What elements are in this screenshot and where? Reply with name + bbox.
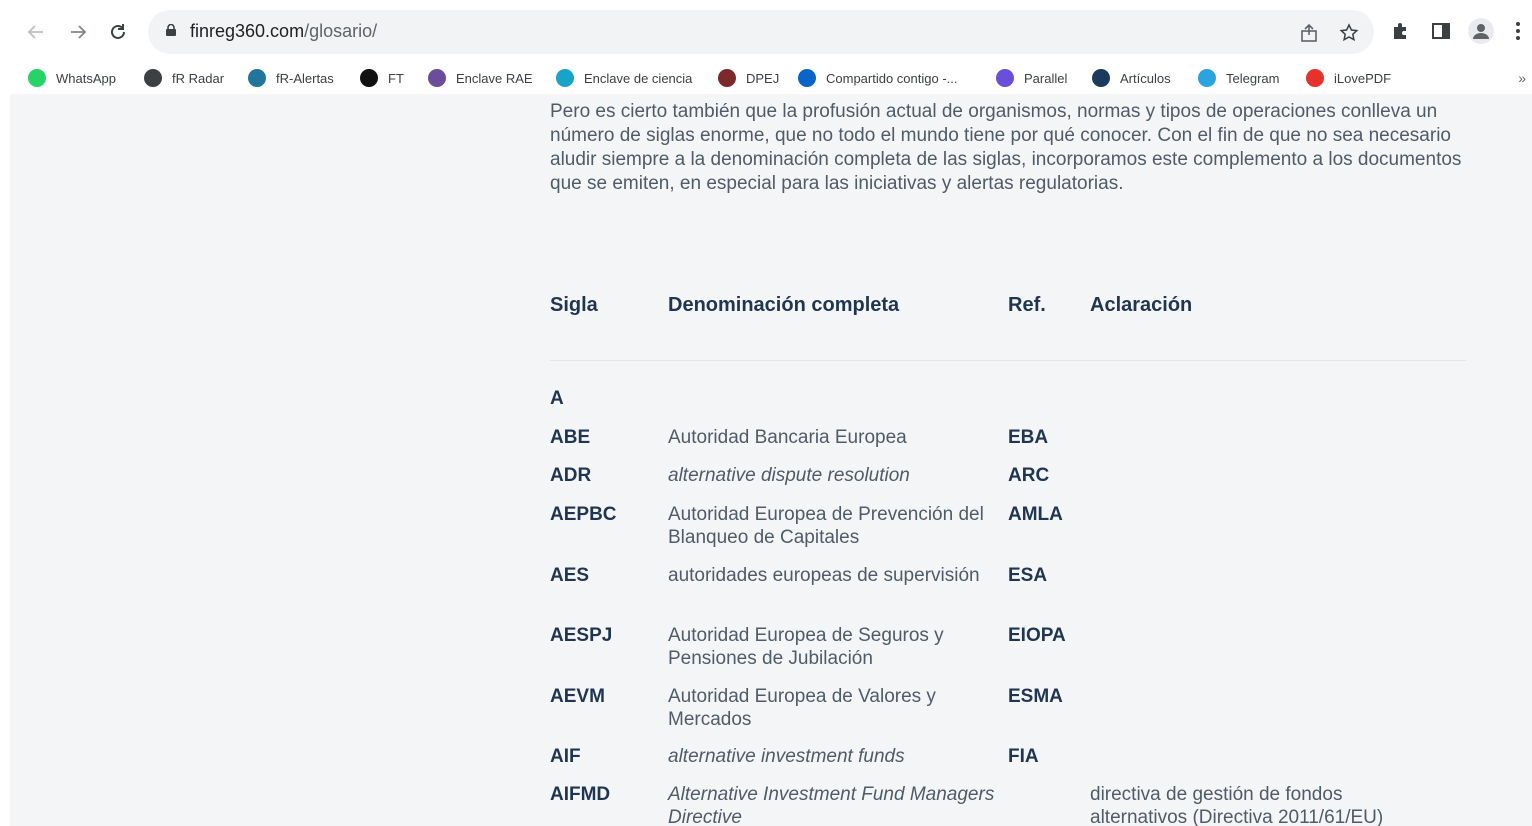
header-sigla: Sigla: [550, 294, 598, 316]
bookmark-label: iLovePDF: [1334, 70, 1392, 86]
bookmarks-bar: WhatsApp fR Radar fR-Alertas FT Enclave RAE E…: [0, 62, 1532, 94]
ref-cell: FIA: [1008, 746, 1039, 767]
reload-icon: [111, 24, 125, 39]
bookmark-label: Telegram: [1226, 70, 1280, 86]
table-divider: [550, 360, 1466, 361]
sigla-cell: ADR: [550, 465, 592, 486]
header-aclaracion: Aclaración: [1090, 294, 1193, 316]
url-domain: finreg360.com: [190, 21, 305, 41]
ref-cell: EIOPA: [1008, 625, 1066, 646]
rae-icon: [428, 69, 446, 87]
bookmark-item[interactable]: FT: [360, 67, 404, 89]
back-button[interactable]: [22, 18, 50, 46]
url-text: finreg360.com/glosario/: [190, 21, 377, 42]
page-content: Pero es cierto también que la profusión …: [10, 94, 1532, 826]
bookmark-item[interactable]: fR-Alertas: [248, 67, 334, 89]
ref-cell: AMLA: [1008, 504, 1063, 525]
bookmark-label: fR-Alertas: [276, 70, 334, 86]
bookmark-item[interactable]: Telegram: [1198, 67, 1279, 89]
aclaracion-cell: directiva de gestión de fondos alternati…: [1090, 784, 1384, 826]
forward-button[interactable]: [64, 18, 92, 46]
ref-cell: EBA: [1008, 427, 1049, 448]
bookmark-label: Enclave RAE: [456, 70, 533, 86]
address-bar[interactable]: finreg360.com/glosario/: [148, 10, 1374, 54]
bookmark-label: Compartido contigo -...: [826, 70, 958, 86]
sigla-cell: AES: [550, 565, 590, 586]
bookmark-item[interactable]: Enclave de ciencia: [556, 67, 692, 89]
bookmark-label: DPEJ: [746, 70, 780, 86]
bookmark-item[interactable]: Parallel: [996, 67, 1067, 89]
globe-icon: [144, 69, 162, 87]
denominacion-cell: Autoridad Bancaria Europea: [668, 427, 907, 448]
denominacion-cell: alternative dispute resolution: [668, 465, 910, 486]
side-panel-button[interactable]: [1428, 18, 1454, 44]
wordpress-icon: [248, 69, 266, 87]
puzzle-icon: [1394, 23, 1406, 39]
url-path: /glosario/: [304, 21, 378, 41]
star-icon: [1339, 23, 1359, 42]
kebab-menu-icon: [1516, 22, 1520, 40]
bookmark-item[interactable]: Enclave RAE: [428, 67, 533, 89]
articulos-icon: [1092, 69, 1110, 87]
sigla-cell: AIF: [550, 746, 581, 767]
more-bookmarks-chevron-icon[interactable]: »: [1518, 70, 1526, 86]
bookmark-label: fR Radar: [172, 70, 225, 86]
sigla-cell: AESPJ: [550, 625, 613, 646]
bookmark-item[interactable]: fR Radar: [144, 67, 224, 89]
bookmark-item[interactable]: iLovePDF: [1306, 67, 1391, 89]
ref-cell: ARC: [1008, 465, 1050, 486]
bookmark-label: Parallel: [1024, 70, 1068, 86]
parallel-icon: [996, 69, 1014, 87]
denominacion-cell: Alternative Investment Fund Managers Dir…: [668, 784, 995, 826]
profile-button[interactable]: [1468, 18, 1494, 44]
bookmark-label: Enclave de ciencia: [584, 70, 693, 86]
header-ref: Ref.: [1008, 294, 1046, 316]
reload-button[interactable]: [104, 18, 132, 46]
ft-icon: [360, 69, 378, 87]
browser-toolbar: finreg360.com/glosario/: [0, 0, 1532, 62]
ref-cell: ESMA: [1008, 686, 1063, 707]
bookmark-item[interactable]: DPEJ: [718, 67, 779, 89]
whatsapp-icon: [28, 69, 46, 87]
denominacion-cell: alternative investment funds: [668, 746, 905, 767]
denominacion-cell: Autoridad Europea de Prevención del Blan…: [668, 504, 984, 548]
bookmark-item[interactable]: Compartido contigo -...: [798, 67, 958, 89]
avatar-icon: [1468, 18, 1494, 44]
onedrive-icon: [798, 69, 816, 87]
denominacion-cell: autoridades europeas de supervisión: [668, 565, 980, 586]
sigla-cell: AEVM: [550, 686, 605, 707]
bookmark-item[interactable]: WhatsApp: [28, 67, 116, 89]
arrow-right-icon: [71, 25, 87, 39]
bookmark-label: Artículos: [1120, 70, 1171, 86]
bookmark-star-button[interactable]: [1338, 22, 1360, 44]
denominacion-cell: Autoridad Europea de Seguros y Pensiones…: [668, 625, 944, 669]
letter-heading: A: [550, 388, 564, 409]
lock-icon: [166, 24, 176, 36]
dpej-icon: [718, 69, 736, 87]
bookmark-item[interactable]: Artículos: [1092, 67, 1171, 89]
ref-cell: ESA: [1008, 565, 1048, 586]
ilovepdf-icon: [1306, 69, 1324, 87]
sigla-cell: AEPBC: [550, 504, 617, 525]
share-icon: [1301, 23, 1317, 42]
arrow-left-icon: [27, 25, 43, 39]
sigla-cell: ABE: [550, 427, 591, 448]
side-panel-icon: [1432, 23, 1450, 39]
menu-button[interactable]: [1510, 18, 1526, 44]
sigla-cell: AIFMD: [550, 784, 611, 805]
share-button[interactable]: [1298, 22, 1320, 44]
telegram-icon: [1198, 69, 1216, 87]
extensions-button[interactable]: [1388, 18, 1414, 44]
denominacion-cell: Autoridad Europea de Valores y Mercados: [668, 686, 936, 730]
bookmark-label: WhatsApp: [56, 70, 116, 86]
bookmark-label: FT: [388, 70, 404, 86]
intro-paragraph: Pero es cierto también que la profusión …: [550, 101, 1462, 194]
header-denominacion: Denominación completa: [668, 294, 900, 316]
ciencia-icon: [556, 69, 574, 87]
